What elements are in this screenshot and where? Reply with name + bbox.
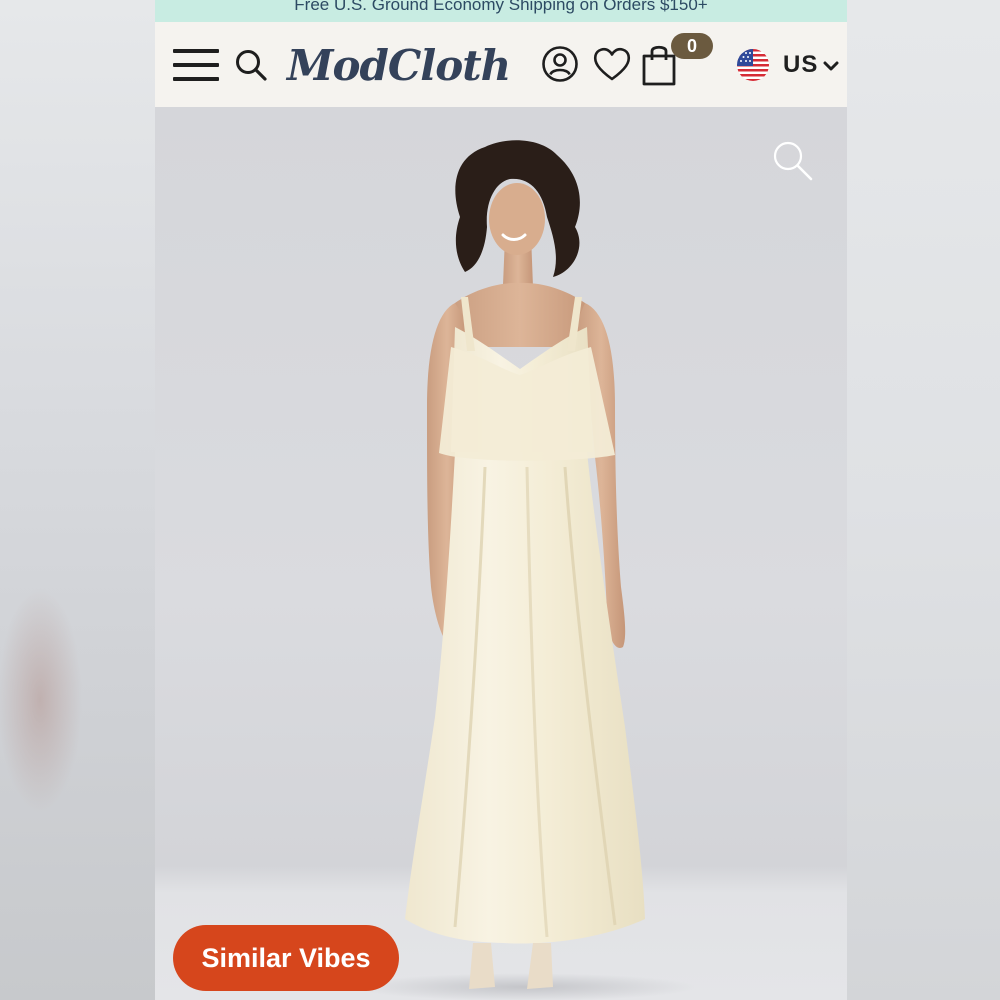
zoom-icon[interactable] (772, 140, 814, 182)
bag-count-badge: 0 (671, 33, 713, 59)
promo-text: Free U.S. Ground Economy Shipping on Ord… (294, 0, 708, 14)
backdrop-right (847, 0, 1000, 1000)
user-account-icon[interactable] (541, 45, 579, 83)
promo-banner[interactable]: Free U.S. Ground Economy Shipping on Ord… (155, 0, 847, 22)
mobile-viewport: Free U.S. Ground Economy Shipping on Ord… (155, 0, 847, 1000)
site-header: ModCloth 0 US (155, 22, 847, 107)
product-image[interactable]: Similar Vibes (155, 107, 847, 1000)
hamburger-menu-icon[interactable] (173, 49, 219, 81)
locale-selector[interactable]: US (735, 46, 841, 84)
search-icon[interactable] (234, 48, 268, 82)
us-flag-icon (737, 49, 769, 81)
chevron-down-icon (823, 61, 839, 71)
backdrop-left (0, 0, 155, 1000)
similar-vibes-button[interactable]: Similar Vibes (173, 925, 399, 991)
model-photo (355, 140, 695, 1000)
locale-label: US (783, 51, 819, 78)
modcloth-logo[interactable]: ModCloth (287, 37, 527, 95)
heart-icon[interactable] (592, 44, 632, 84)
